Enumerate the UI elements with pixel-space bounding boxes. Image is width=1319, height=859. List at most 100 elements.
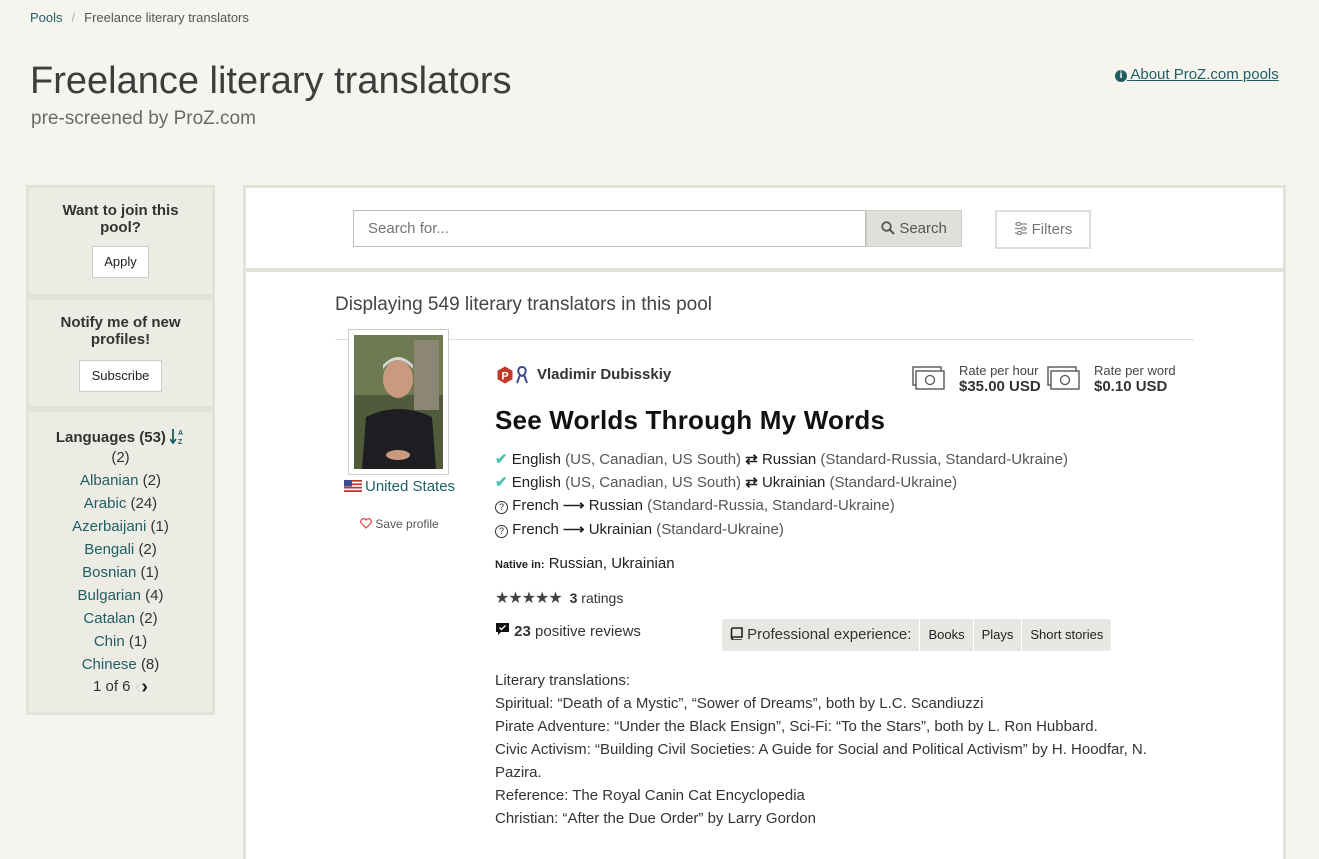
- money-icon: [1047, 366, 1080, 396]
- search-input[interactable]: [353, 210, 866, 247]
- country[interactable]: United States: [344, 478, 455, 495]
- comment-icon: [496, 623, 509, 635]
- star-icon: ★: [535, 590, 549, 607]
- language-link[interactable]: Bengali: [84, 541, 134, 558]
- source-language: French: [512, 497, 559, 514]
- language-count: (2): [111, 449, 130, 466]
- language-pair: ✔ English (US, Canadian, US South) ⇄ Ukr…: [495, 473, 957, 491]
- translator-name[interactable]: Vladimir Dubisskiy: [537, 366, 671, 383]
- ratings-count: 3: [569, 590, 578, 606]
- join-pool-box: Want to join this pool? Apply: [26, 185, 215, 297]
- experience-tag-books[interactable]: Books: [919, 619, 972, 651]
- sliders-icon: [1014, 222, 1027, 235]
- experience-tag-short-stories[interactable]: Short stories: [1021, 619, 1111, 651]
- breadcrumb-separator: /: [71, 10, 76, 25]
- ratings[interactable]: ★★★★★ 3 ratings: [495, 588, 623, 608]
- apply-button[interactable]: Apply: [92, 246, 149, 278]
- positive-reviews[interactable]: 23 positive reviews: [495, 622, 641, 640]
- language-item[interactable]: Chin (1): [29, 630, 212, 653]
- page-subtitle: pre-screened by ProZ.com: [31, 108, 256, 129]
- language-item[interactable]: Chinese (8): [29, 653, 212, 676]
- language-pair: ✔ English (US, Canadian, US South) ⇄ Rus…: [495, 450, 1068, 468]
- language-item[interactable]: (2): [29, 446, 212, 469]
- professional-experience: Professional experience: Books Plays Sho…: [722, 619, 1112, 651]
- language-item[interactable]: Azerbaijani (1): [29, 515, 212, 538]
- language-count: (8): [140, 656, 160, 673]
- save-profile-button[interactable]: Save profile: [360, 517, 439, 531]
- sort-alpha-icon[interactable]: AZ: [169, 429, 185, 446]
- bidirectional-arrow-icon: ⇄: [745, 474, 758, 491]
- subscribe-button[interactable]: Subscribe: [79, 360, 162, 392]
- bio-line: Reference: The Royal Canin Cat Encyclope…: [495, 787, 805, 804]
- rate-per-hour-value: $35.00 USD: [959, 378, 1041, 395]
- language-item[interactable]: Bosnian (1): [29, 561, 212, 584]
- language-item[interactable]: Bengali (2): [29, 538, 212, 561]
- language-item[interactable]: Arabic (24): [29, 492, 212, 515]
- language-item[interactable]: Albanian (2): [29, 469, 212, 492]
- experience-label: Professional experience:: [747, 626, 912, 643]
- about-pools-label: About ProZ.com pools: [1130, 66, 1279, 83]
- rate-per-word-value: $0.10 USD: [1094, 378, 1168, 395]
- language-link[interactable]: Arabic: [84, 495, 127, 512]
- proz-badge-icon: P: [496, 366, 514, 389]
- languages-box: Languages (53) AZ (2) Albanian (2) Arabic …: [26, 409, 215, 715]
- breadcrumb-pools-link[interactable]: Pools: [30, 10, 63, 25]
- chevron-right-icon[interactable]: ›: [141, 676, 148, 699]
- native-label: Native in:: [495, 559, 545, 571]
- language-count: (4): [145, 587, 164, 604]
- filters-button[interactable]: Filters: [995, 210, 1091, 249]
- about-pools-link[interactable]: i About ProZ.com pools: [1115, 66, 1279, 83]
- language-link[interactable]: Bosnian: [82, 564, 136, 581]
- source-language: French: [512, 521, 559, 538]
- star-icon: ★: [508, 590, 522, 607]
- right-arrow-icon: ⟶: [563, 497, 585, 514]
- join-pool-heading: Want to join this pool?: [62, 202, 179, 236]
- breadcrumb-current: Freelance literary translators: [84, 10, 249, 25]
- verified-check-icon: ✔: [495, 451, 508, 468]
- rate-per-hour-label: Rate per hour: [959, 363, 1039, 378]
- notify-heading: Notify me of new profiles!: [60, 314, 181, 348]
- right-arrow-icon: ⟶: [563, 521, 585, 538]
- experience-tag-plays[interactable]: Plays: [972, 619, 1022, 651]
- native-languages: Native in: Russian, Ukrainian: [495, 555, 675, 572]
- language-item[interactable]: Bulgarian (4): [29, 584, 212, 607]
- language-count: (24): [130, 495, 158, 512]
- notify-box: Notify me of new profiles! Subscribe: [26, 297, 215, 409]
- languages-heading-label: Languages (53): [55, 429, 166, 446]
- target-variants: (Standard-Ukraine): [829, 474, 958, 491]
- source-variants: (US, Canadian, US South): [565, 451, 742, 468]
- filters-button-label: Filters: [1031, 221, 1073, 238]
- star-icon: ★: [495, 590, 509, 607]
- bio-line: Civic Activism: “Building Civil Societie…: [495, 741, 1147, 781]
- target-variants: (Standard-Russia, Standard-Ukraine): [820, 451, 1068, 468]
- target-language: Russian: [588, 497, 643, 514]
- target-variants: (Standard-Ukraine): [656, 521, 784, 538]
- language-link[interactable]: Chinese: [82, 656, 137, 673]
- language-item[interactable]: Catalan (2): [29, 607, 212, 630]
- language-link[interactable]: Albanian: [80, 472, 138, 489]
- languages-heading: Languages (53) AZ: [29, 428, 212, 446]
- rate-per-word-label: Rate per word: [1094, 363, 1176, 378]
- ribbon-icon: [515, 365, 529, 389]
- search-button-label: Search: [899, 220, 947, 237]
- question-circle-icon: ?: [495, 525, 508, 538]
- language-count: (1): [150, 518, 169, 535]
- reviews-label: positive reviews: [535, 623, 641, 640]
- experience-lead: Professional experience:: [722, 619, 919, 651]
- star-icon: ★: [521, 590, 536, 607]
- money-icon: [912, 366, 945, 396]
- profile-headline: See Worlds Through My Words: [495, 405, 886, 435]
- bio-line: Pirate Adventure: “Under the Black Ensig…: [495, 718, 1098, 735]
- save-profile-label: Save profile: [375, 517, 439, 531]
- target-language: Ukrainian: [588, 521, 653, 538]
- bio-line: Christian: “After the Due Order” by Larr…: [495, 810, 816, 827]
- language-link[interactable]: Chin: [94, 633, 125, 650]
- language-link[interactable]: Bulgarian: [78, 587, 141, 604]
- bio-line: Literary translations:: [495, 672, 631, 689]
- search-button[interactable]: Search: [866, 210, 962, 247]
- profile-photo[interactable]: [348, 329, 449, 475]
- language-link[interactable]: Azerbaijani: [72, 518, 146, 535]
- chevron-left-icon[interactable]: ‹: [135, 676, 142, 699]
- language-link[interactable]: Catalan: [83, 610, 135, 627]
- language-count: (2): [142, 472, 161, 489]
